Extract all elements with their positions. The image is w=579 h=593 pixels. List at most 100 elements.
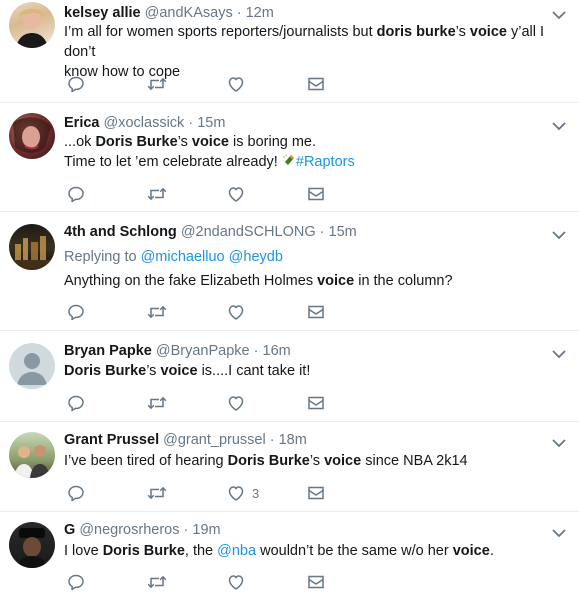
chevron-down-icon[interactable] bbox=[551, 528, 567, 538]
display-name[interactable]: 4th and Schlong bbox=[64, 224, 177, 240]
like-button[interactable] bbox=[226, 184, 246, 204]
text-segment: ’s bbox=[309, 453, 325, 469]
tweet[interactable]: kelsey allie @andKAsays · 12m I’m all fo… bbox=[0, 0, 579, 103]
reply-icon bbox=[66, 393, 86, 413]
direct-message-button[interactable] bbox=[306, 483, 326, 503]
text-segment: is boring me. bbox=[228, 134, 317, 150]
highlight-term: Doris Burke bbox=[102, 543, 185, 559]
like-button[interactable] bbox=[226, 302, 246, 322]
highlight-term: Doris Burke bbox=[64, 363, 147, 379]
separator-dot: · bbox=[253, 343, 259, 359]
highlight-term: doris burke bbox=[376, 24, 456, 40]
user-handle[interactable]: @BryanPapke bbox=[156, 343, 250, 359]
tweet[interactable]: Erica @xoclassick · 15m ...ok Doris Burk… bbox=[0, 103, 579, 212]
reply-button[interactable] bbox=[66, 74, 86, 94]
highlight-term: voice bbox=[469, 24, 507, 40]
display-name[interactable]: Grant Prussel bbox=[64, 432, 159, 448]
text-segment: is....I cant take it! bbox=[197, 363, 311, 379]
heart-icon bbox=[226, 302, 246, 322]
timestamp[interactable]: 16m bbox=[263, 343, 291, 359]
tweet-header: kelsey allie @andKAsays · 12m bbox=[64, 5, 274, 21]
reply-button[interactable] bbox=[66, 393, 86, 413]
like-button[interactable] bbox=[226, 74, 246, 94]
reply-button[interactable] bbox=[66, 302, 86, 322]
highlight-term: Doris Burke bbox=[227, 453, 310, 469]
user-handle[interactable]: @2ndandSCHLONG bbox=[181, 224, 316, 240]
chevron-down-icon[interactable] bbox=[551, 10, 567, 20]
retweet-button[interactable] bbox=[146, 74, 168, 94]
chevron-down-icon[interactable] bbox=[551, 438, 567, 448]
separator-dot: · bbox=[236, 5, 242, 21]
text-segment: I love bbox=[64, 543, 103, 559]
envelope-icon bbox=[306, 393, 326, 413]
reply-button[interactable] bbox=[66, 572, 86, 592]
timestamp[interactable]: 12m bbox=[246, 5, 274, 21]
tweet-text: I’m all for women sports reporters/journ… bbox=[64, 22, 569, 82]
avatar[interactable] bbox=[9, 113, 55, 159]
tweet-header: Erica @xoclassick · 15m bbox=[64, 115, 225, 131]
direct-message-button[interactable] bbox=[306, 393, 326, 413]
direct-message-button[interactable] bbox=[306, 74, 326, 94]
display-name[interactable]: Bryan Papke bbox=[64, 343, 152, 359]
user-handle[interactable]: @xoclassick bbox=[104, 115, 185, 131]
user-handle[interactable]: @negrosrheros bbox=[79, 522, 179, 538]
avatar[interactable] bbox=[9, 343, 55, 389]
separator-dot: · bbox=[269, 432, 275, 448]
user-handle[interactable]: @grant_prussel bbox=[163, 432, 266, 448]
avatar[interactable] bbox=[9, 2, 55, 48]
reply-icon bbox=[66, 74, 86, 94]
tweet[interactable]: G @negrosrheros · 19m I love Doris Burke… bbox=[0, 512, 579, 593]
reply-button[interactable] bbox=[66, 483, 86, 503]
direct-message-button[interactable] bbox=[306, 184, 326, 204]
chevron-down-icon[interactable] bbox=[551, 230, 567, 240]
display-name[interactable]: G bbox=[64, 522, 75, 538]
tweet-header: Bryan Papke @BryanPapke · 16m bbox=[64, 343, 291, 359]
retweet-button[interactable] bbox=[146, 302, 168, 322]
retweet-button[interactable] bbox=[146, 483, 168, 503]
retweet-button[interactable] bbox=[146, 184, 168, 204]
envelope-icon bbox=[306, 483, 326, 503]
mention-link[interactable]: @heydb bbox=[229, 249, 283, 265]
heart-icon bbox=[226, 184, 246, 204]
mention-link[interactable]: @nba bbox=[217, 543, 256, 559]
avatar[interactable] bbox=[9, 432, 55, 478]
text-segment: I’ve been tired of hearing bbox=[64, 453, 228, 469]
retweet-icon bbox=[146, 483, 168, 503]
text-segment: ...ok bbox=[64, 134, 96, 150]
chevron-down-icon[interactable] bbox=[551, 121, 567, 131]
tweet-actions: 3 bbox=[66, 483, 486, 503]
direct-message-button[interactable] bbox=[306, 572, 326, 592]
retweet-button[interactable] bbox=[146, 572, 168, 592]
timestamp[interactable]: 15m bbox=[329, 224, 357, 240]
avatar[interactable] bbox=[9, 522, 55, 568]
retweet-icon bbox=[146, 393, 168, 413]
mention-link[interactable]: @michaelluo bbox=[141, 249, 225, 265]
tweet[interactable]: Grant Prussel @grant_prussel · 18m I’ve … bbox=[0, 422, 579, 512]
highlight-term: Doris Burke bbox=[95, 134, 178, 150]
reply-button[interactable] bbox=[66, 184, 86, 204]
tweet[interactable]: Bryan Papke @BryanPapke · 16m Doris Burk… bbox=[0, 331, 579, 422]
like-button[interactable] bbox=[226, 393, 246, 413]
reply-icon bbox=[66, 302, 86, 322]
tweet[interactable]: 4th and Schlong @2ndandSCHLONG · 15m Rep… bbox=[0, 212, 579, 331]
user-handle[interactable]: @andKAsays bbox=[145, 5, 233, 21]
tweet-actions bbox=[66, 74, 486, 94]
tweet-header: Grant Prussel @grant_prussel · 18m bbox=[64, 432, 307, 448]
avatar[interactable] bbox=[9, 224, 55, 270]
text-segment: , the bbox=[184, 543, 218, 559]
highlight-term: voice bbox=[324, 453, 362, 469]
retweet-button[interactable] bbox=[146, 393, 168, 413]
display-name[interactable]: Erica bbox=[64, 115, 99, 131]
like-button[interactable]: 3 bbox=[226, 483, 259, 503]
direct-message-button[interactable] bbox=[306, 302, 326, 322]
timestamp[interactable]: 18m bbox=[279, 432, 307, 448]
retweet-icon bbox=[146, 74, 168, 94]
timestamp[interactable]: 19m bbox=[192, 522, 220, 538]
display-name[interactable]: kelsey allie bbox=[64, 5, 141, 21]
hashtag-link[interactable]: #Raptors bbox=[296, 154, 355, 170]
tweet-actions bbox=[66, 302, 486, 322]
chevron-down-icon[interactable] bbox=[551, 349, 567, 359]
timestamp[interactable]: 15m bbox=[197, 115, 225, 131]
like-button[interactable] bbox=[226, 572, 246, 592]
heart-icon bbox=[226, 74, 246, 94]
